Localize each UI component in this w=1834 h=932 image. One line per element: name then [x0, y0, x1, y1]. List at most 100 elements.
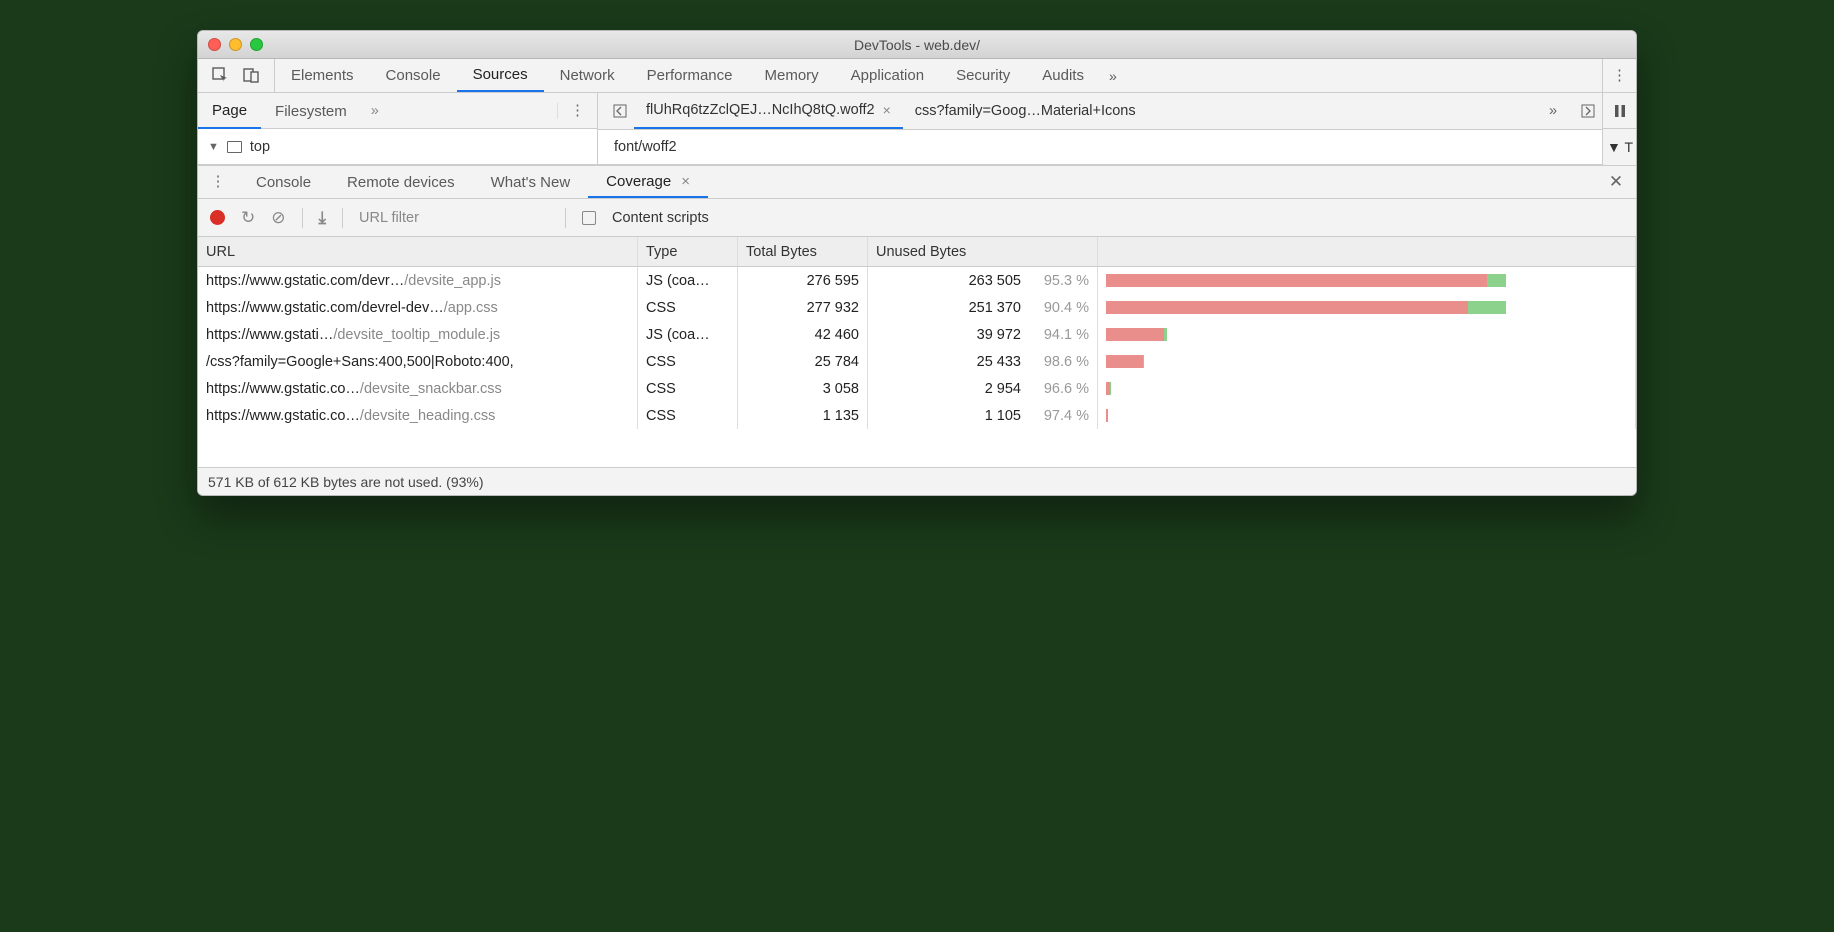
device-toolbar-icon[interactable] — [243, 67, 260, 84]
cell-usage-bar — [1098, 294, 1636, 321]
cell-usage-bar — [1098, 402, 1636, 429]
coverage-row[interactable]: /css?family=Google+Sans:400,500|Roboto:4… — [198, 348, 1636, 375]
inspect-element-icon[interactable] — [212, 67, 229, 84]
header-unused[interactable]: Unused Bytes — [868, 237, 1098, 266]
settings-menu-icon[interactable]: ⋮ — [1602, 59, 1636, 92]
coverage-toolbar: ↻ ⊘ ⤓ URL filter Content scripts — [198, 199, 1636, 237]
minimize-window-button[interactable] — [229, 38, 242, 51]
overflow-tabs-icon[interactable]: » — [1100, 59, 1126, 92]
header-url[interactable]: URL — [198, 237, 638, 266]
coverage-row[interactable]: https://www.gstatic.com/devrel-dev… /app… — [198, 294, 1636, 321]
cell-total-bytes: 276 595 — [738, 267, 868, 294]
coverage-row[interactable]: https://www.gstatic.com/devr… /devsite_a… — [198, 267, 1636, 294]
drawer-tab-what-s-new[interactable]: What's New — [473, 166, 589, 198]
coverage-row[interactable]: https://www.gstati… /devsite_tooltip_mod… — [198, 321, 1636, 348]
tab-console[interactable]: Console — [370, 59, 457, 92]
header-type[interactable]: Type — [638, 237, 738, 266]
coverage-table-body: https://www.gstatic.com/devr… /devsite_a… — [198, 267, 1636, 467]
file-tab-label: css?family=Goog…Material+Icons — [915, 103, 1136, 119]
tab-sources[interactable]: Sources — [457, 59, 544, 92]
file-tab[interactable]: flUhRq6tzZclQEJ…NcIhQ8tQ.woff2 × — [634, 93, 903, 129]
file-content-preview: font/woff2 — [598, 129, 1602, 165]
cell-type: CSS — [638, 375, 738, 402]
cell-unused-bytes: 2 95496.6 % — [868, 375, 1098, 402]
drawer-tab-label: Remote devices — [347, 174, 455, 191]
cell-type: CSS — [638, 348, 738, 375]
header-total[interactable]: Total Bytes — [738, 237, 868, 266]
sources-subheader: PageFilesystem » ⋮ flUhRq6tzZclQEJ…NcIhQ… — [198, 93, 1636, 129]
export-icon[interactable]: ⤓ — [319, 208, 327, 228]
page-tree-top[interactable]: ▼ top — [198, 129, 597, 165]
threads-panel-label[interactable]: ▼ T — [1603, 129, 1636, 165]
toolbar-divider — [342, 208, 343, 228]
cell-total-bytes: 1 135 — [738, 402, 868, 429]
content-scripts-checkbox[interactable] — [582, 211, 596, 225]
traffic-lights — [198, 38, 263, 51]
cell-type: CSS — [638, 402, 738, 429]
main-tabs: ElementsConsoleSourcesNetworkPerformance… — [198, 59, 1636, 93]
left-tab-page[interactable]: Page — [198, 93, 261, 129]
cell-usage-bar — [1098, 375, 1636, 402]
cell-type: JS (coa… — [638, 321, 738, 348]
cell-total-bytes: 277 932 — [738, 294, 868, 321]
close-window-button[interactable] — [208, 38, 221, 51]
left-tab-filesystem[interactable]: Filesystem — [261, 93, 361, 129]
header-visualization — [1098, 237, 1636, 266]
drawer-close-icon[interactable]: ✕ — [1596, 166, 1636, 198]
cell-unused-bytes: 1 10597.4 % — [868, 402, 1098, 429]
coverage-table-header: URL Type Total Bytes Unused Bytes — [198, 237, 1636, 267]
content-preview-text: font/woff2 — [614, 139, 677, 155]
tree-top-label: top — [250, 139, 270, 155]
tab-security[interactable]: Security — [940, 59, 1026, 92]
cell-total-bytes: 3 058 — [738, 375, 868, 402]
cell-url: https://www.gstatic.com/devr… /devsite_a… — [198, 267, 638, 294]
url-filter-input[interactable]: URL filter — [359, 210, 549, 226]
left-more-menu-icon[interactable]: ⋮ — [557, 103, 597, 119]
devtools-window: DevTools - web.dev/ ElementsConsoleSourc… — [197, 30, 1637, 496]
reload-icon[interactable]: ↻ — [241, 208, 255, 228]
close-file-icon[interactable]: × — [883, 102, 891, 118]
file-tab[interactable]: css?family=Goog…Material+Icons — [903, 93, 1148, 129]
drawer-tab-remote-devices[interactable]: Remote devices — [329, 166, 473, 198]
file-nav-prev-icon[interactable] — [606, 93, 634, 129]
tab-performance[interactable]: Performance — [631, 59, 749, 92]
frame-icon — [227, 141, 242, 153]
drawer-menu-icon[interactable]: ⋮ — [198, 166, 238, 198]
content-scripts-label: Content scripts — [612, 210, 709, 226]
cell-unused-bytes: 263 50595.3 % — [868, 267, 1098, 294]
tab-audits[interactable]: Audits — [1026, 59, 1100, 92]
cell-usage-bar — [1098, 267, 1636, 294]
drawer-tab-console[interactable]: Console — [238, 166, 329, 198]
pause-script-icon[interactable] — [1603, 93, 1636, 129]
cell-unused-bytes: 25 43398.6 % — [868, 348, 1098, 375]
file-nav-next-icon[interactable] — [1574, 93, 1602, 129]
drawer-tab-label: Console — [256, 174, 311, 191]
cell-url: /css?family=Google+Sans:400,500|Roboto:4… — [198, 348, 638, 375]
drawer-tab-label: What's New — [491, 174, 571, 191]
cell-total-bytes: 42 460 — [738, 321, 868, 348]
zoom-window-button[interactable] — [250, 38, 263, 51]
cell-url: https://www.gstati… /devsite_tooltip_mod… — [198, 321, 638, 348]
titlebar: DevTools - web.dev/ — [198, 31, 1636, 59]
toolbar-divider — [302, 208, 303, 228]
cell-url: https://www.gstatic.co… /devsite_heading… — [198, 402, 638, 429]
file-overflow-icon[interactable]: » — [1540, 93, 1566, 129]
cell-usage-bar — [1098, 321, 1636, 348]
record-button[interactable] — [210, 210, 225, 225]
file-tab-label: flUhRq6tzZclQEJ…NcIhQ8tQ.woff2 — [646, 102, 875, 118]
coverage-row[interactable]: https://www.gstatic.co… /devsite_heading… — [198, 402, 1636, 429]
cell-unused-bytes: 251 37090.4 % — [868, 294, 1098, 321]
close-drawer-tab-icon[interactable]: × — [681, 173, 690, 190]
tab-network[interactable]: Network — [544, 59, 631, 92]
tab-elements[interactable]: Elements — [275, 59, 370, 92]
drawer-tab-coverage[interactable]: Coverage× — [588, 166, 708, 198]
clear-icon[interactable]: ⊘ — [271, 208, 285, 228]
inspect-tools — [198, 59, 275, 92]
coverage-row[interactable]: https://www.gstatic.co… /devsite_snackba… — [198, 375, 1636, 402]
tab-memory[interactable]: Memory — [749, 59, 835, 92]
tab-application[interactable]: Application — [835, 59, 940, 92]
left-overflow-icon[interactable]: » — [361, 103, 389, 119]
tree-expand-icon[interactable]: ▼ — [208, 141, 219, 153]
toolbar-divider — [565, 208, 566, 228]
cell-type: JS (coa… — [638, 267, 738, 294]
